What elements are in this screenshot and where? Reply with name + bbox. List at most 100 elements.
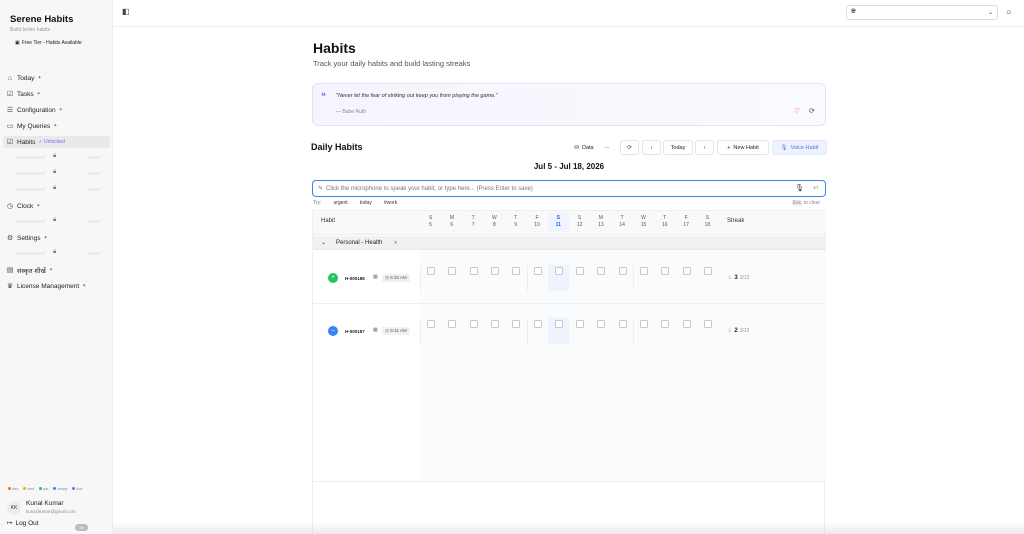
habit-input[interactable]: ✎ Click the microphone to speak your hab… [312,180,826,197]
day-checkbox[interactable] [576,320,585,328]
sidebar-item-license-management[interactable]: ♛ License Management ✦ [6,280,87,292]
more-icon: ··· [604,144,610,151]
day-checkbox[interactable] [533,267,542,275]
sidebar-item-my-queries[interactable]: ▭ My Queries ✦ [6,120,58,132]
status-dot [23,487,27,490]
day-column-header: T 14 [612,215,633,229]
sidebar-item-settings[interactable]: ⚙ Settings ✦ [6,232,48,244]
day-checkbox[interactable] [618,320,627,328]
voice-habit-button[interactable]: 🎙︎ Voice Habit [772,140,827,155]
gear-icon: ⚙ [6,235,14,242]
sidebar-item-configuration[interactable]: ☰ Configuration ✦ [6,104,63,116]
day-checkbox[interactable] [703,320,712,328]
day-checkbox[interactable] [448,320,457,328]
new-habit-button[interactable]: + New Habit [717,140,769,155]
day-checkbox[interactable] [512,320,521,328]
day-checkbox[interactable] [490,267,499,275]
day-checkbox[interactable] [490,320,499,328]
column-separator [526,265,528,291]
sidebar-item-habits[interactable]: ☑ Habits ✓ Unlocked [3,136,110,148]
day-checkbox[interactable] [703,267,712,275]
day-checkbox[interactable] [661,267,670,275]
habit-row: ⋮ – H-000187 ▦ ◷ 5:31 AM ♨ 2 3/12 [313,304,826,482]
day-checkbox[interactable] [576,267,585,275]
column-separator [526,318,528,344]
day-checkbox[interactable] [427,267,435,275]
day-column-header: M 13 [590,215,611,229]
day-column-header: T7 [463,215,484,229]
heart-icon[interactable]: ♡ [794,107,800,115]
day-checkbox[interactable] [640,320,648,328]
flame-icon: ♨ [727,328,733,334]
day-checkbox[interactable] [554,267,563,275]
language-select[interactable]: 🌐︎ ⌄ [846,5,998,20]
more-button[interactable]: ··· [600,140,614,155]
drag-handle-icon[interactable]: ⋮ [320,327,325,333]
day-letter: T [663,215,667,221]
habit-icon[interactable]: + [328,273,338,283]
next-week-button[interactable]: › [695,140,714,155]
try-tag[interactable]: urgent [333,200,347,206]
data-button[interactable]: ⛁ Data [568,140,600,155]
drag-handle-icon[interactable]: ⋮ [320,274,325,280]
day-checkbox[interactable] [448,267,457,275]
checklist-icon: ☑ [6,91,14,98]
sidebar-item-tasks[interactable]: ☑ Tasks ✦ [6,88,41,100]
return-icon[interactable]: ↵ [813,184,819,192]
logout-button[interactable]: ↦ Log Out [7,519,39,528]
database-icon: ⛁ [574,144,579,151]
quote-text: "Never let the fear of striking out keep… [336,93,498,99]
day-checkbox[interactable] [597,267,606,275]
sun-icon[interactable]: ☼ [1005,7,1012,16]
day-checkbox[interactable] [682,267,691,275]
day-checkbox[interactable] [618,267,627,275]
sidebar-item-sanskrit[interactable]: ▤ संस्कृत शीखें ✦ [6,264,53,276]
chevron-down-icon[interactable]: ⌄ [321,239,326,246]
status-key-label: live [76,486,83,491]
logout-label: Log Out [15,519,39,527]
day-checkbox[interactable] [640,267,648,275]
group-close-icon[interactable]: x [394,240,397,246]
mic-icon[interactable]: 🎙︎ [795,184,804,192]
status-key-label: test [27,486,34,491]
sidebar-item-clock[interactable]: ◷ Clock ✦ [6,200,41,212]
try-tag[interactable]: today [360,200,372,206]
day-checkbox[interactable] [554,320,563,328]
data-label: Data [581,144,594,151]
day-number: 11 [555,222,561,228]
sidebar-item-today[interactable]: ⌂ Today ✦ [6,72,42,84]
day-checkbox[interactable] [469,267,478,275]
new-habit-label: New Habit [733,144,759,151]
habit-time: ◷ 5:30 AM [382,274,410,282]
clock-icon: ◷ [6,203,14,210]
habit-icon[interactable]: – [328,326,338,336]
day-number: 17 [683,222,689,228]
habit-group[interactable]: ⌄ Personal - Health x [313,236,826,250]
page-subtitle: Track your daily habits and build lastin… [313,59,471,68]
try-tag[interactable]: #work [384,200,397,206]
prev-week-button[interactable]: ‹ [642,140,661,155]
refresh-icon[interactable]: ⟳ [809,107,815,115]
pencil-icon: ✎ [318,186,324,192]
sidebar-toggle-icon[interactable]: ◧ [122,7,130,16]
tier-badge: ▣ Free Tier - Habits Available [15,40,82,46]
day-number: 14 [619,222,625,228]
day-number: 10 [534,222,540,228]
day-checkbox[interactable] [512,267,521,275]
chat-icon: ▭ [6,123,14,130]
refresh-button[interactable]: ⟳ [620,140,639,155]
habit-name[interactable]: H-000187 [345,329,365,334]
column-separator [633,318,634,344]
day-checkbox[interactable] [597,320,606,328]
day-checkbox[interactable] [682,320,691,328]
day-checkbox[interactable] [533,320,542,328]
day-checkbox[interactable] [661,320,670,328]
day-checkbox[interactable] [427,320,435,328]
day-checkbox[interactable] [469,320,478,328]
today-button[interactable]: Today [663,140,693,155]
status-dot [53,487,57,490]
bottom-shadow [113,522,1024,534]
avatar[interactable]: KK [7,501,21,515]
habit-name[interactable]: H-000186 [345,276,365,281]
day-letter: S [556,215,560,221]
